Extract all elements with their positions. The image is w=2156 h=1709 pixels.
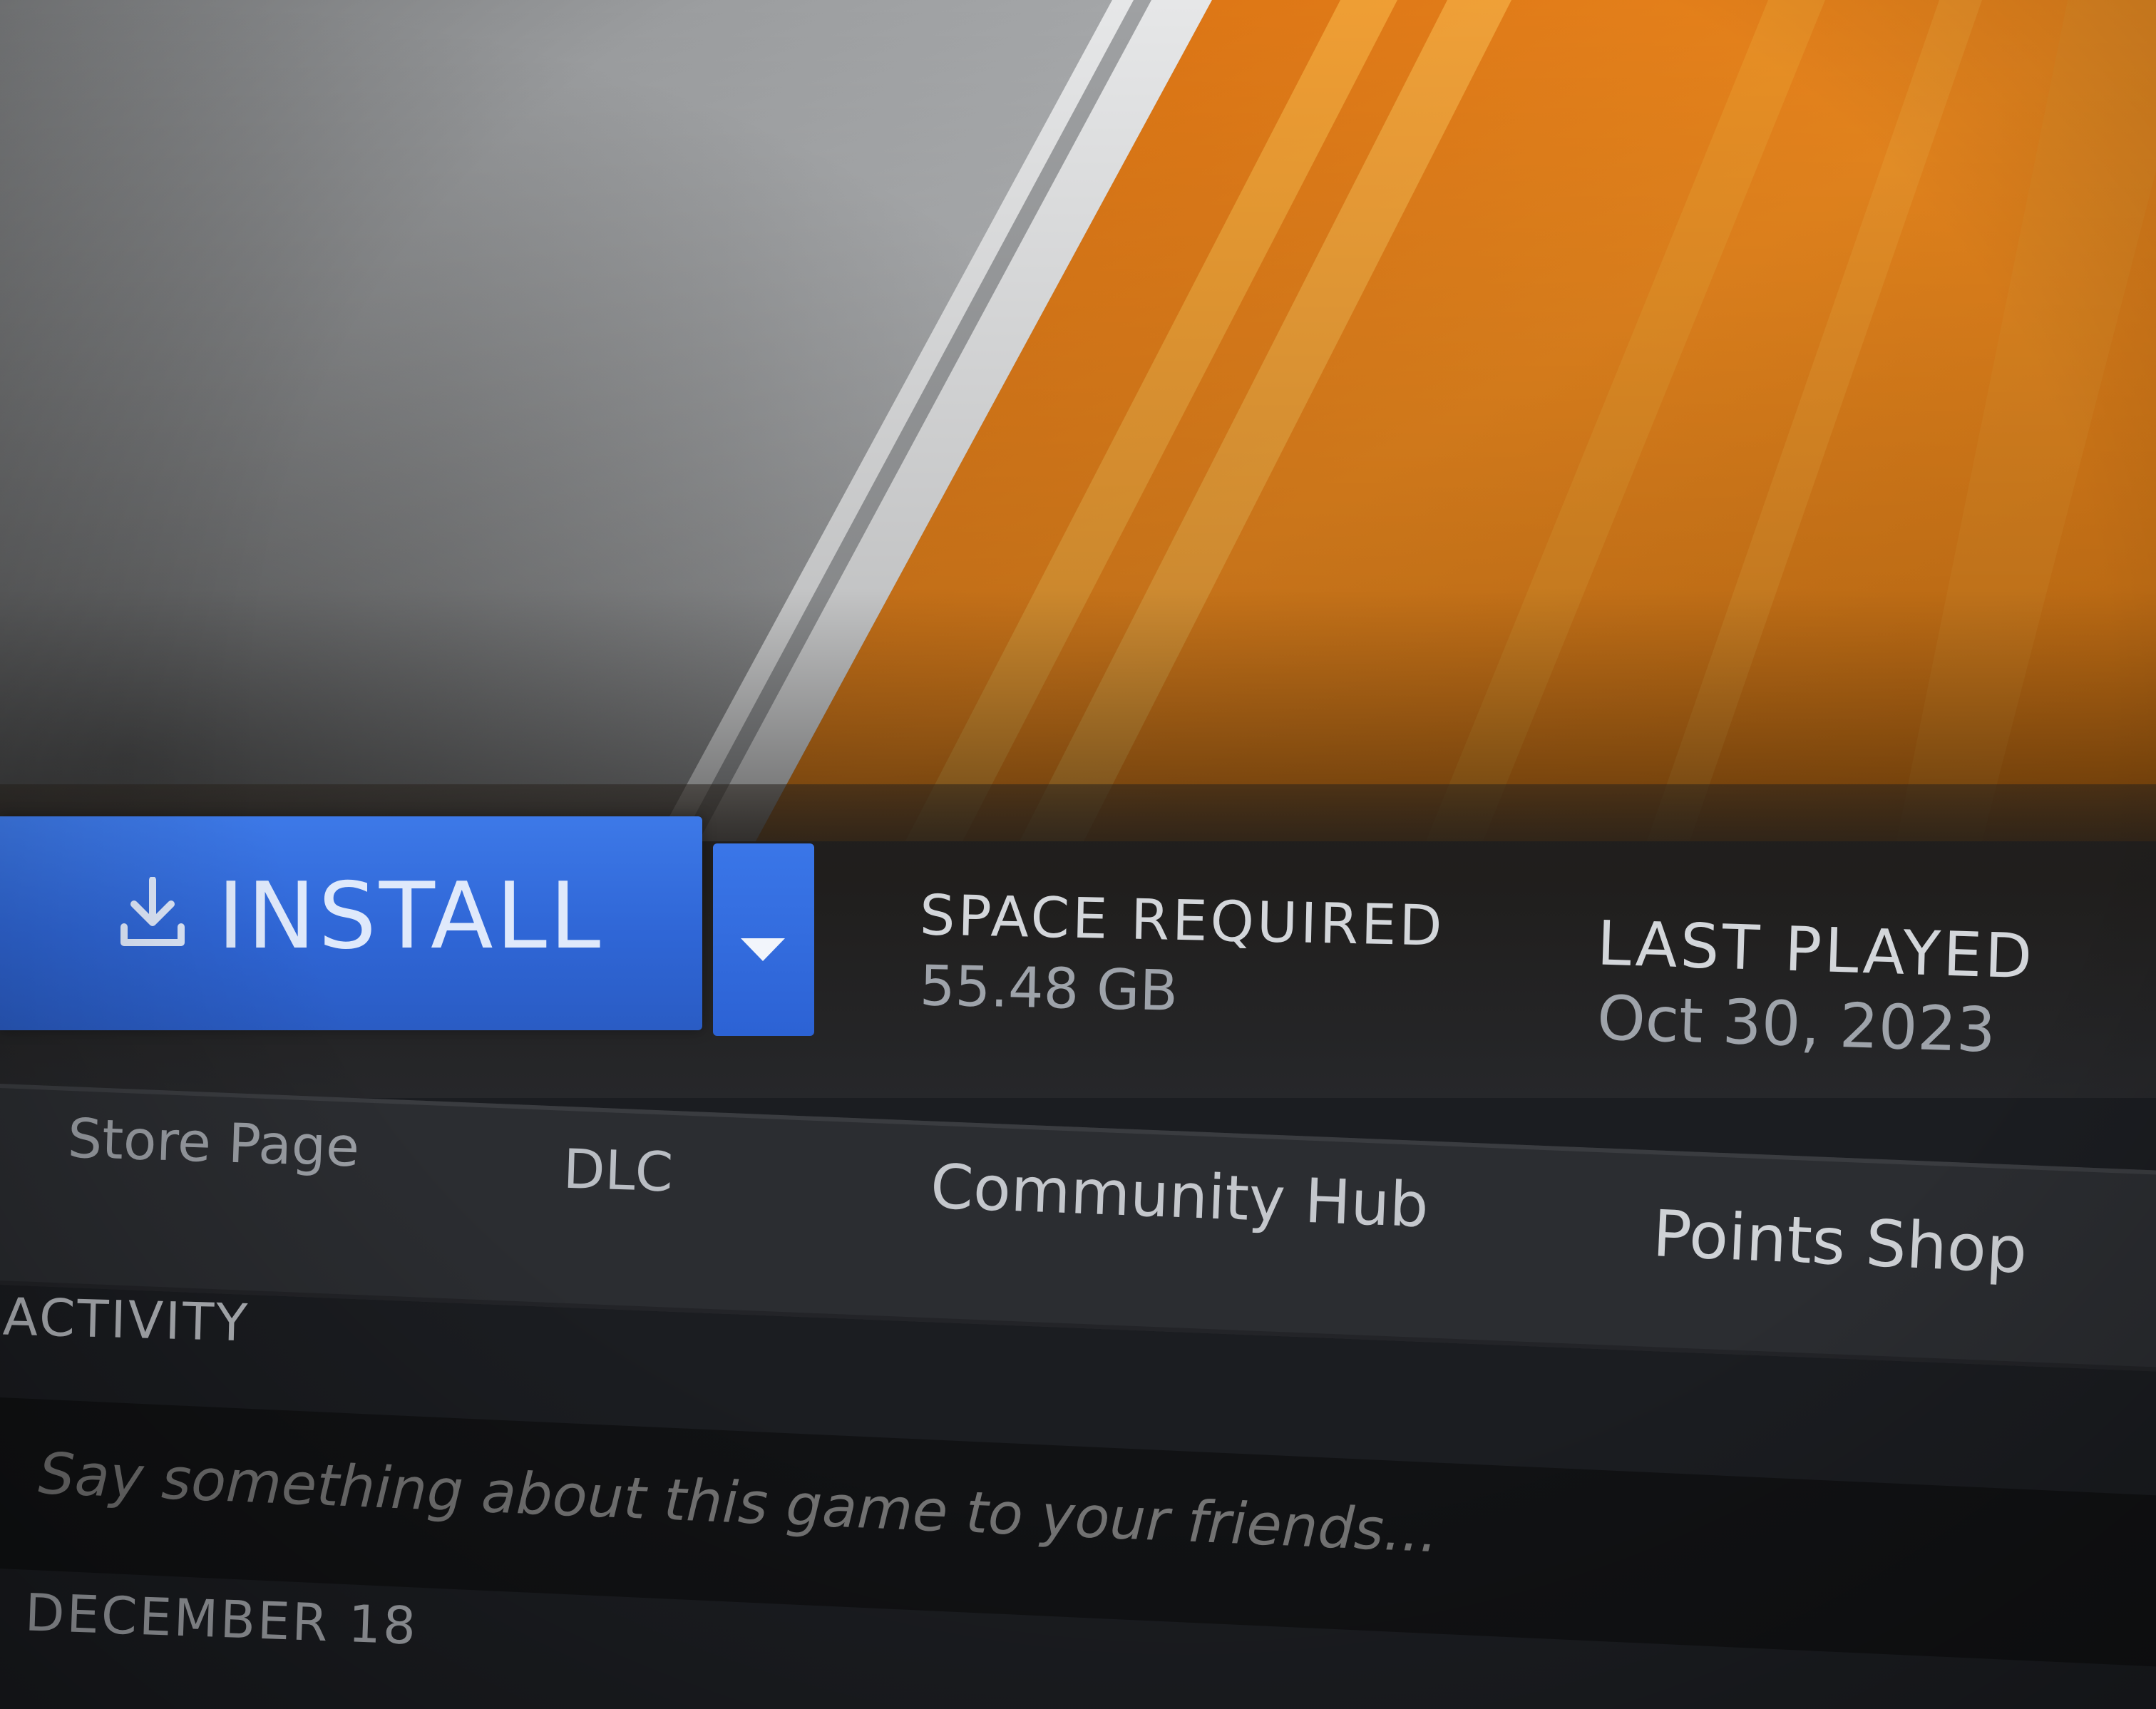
tab-dlc[interactable]: DLC xyxy=(563,1137,674,1204)
chevron-down-icon[interactable] xyxy=(738,935,788,964)
hero-banner xyxy=(0,0,2156,841)
activity-date-heading: DECEMBER 18 xyxy=(24,1582,419,1656)
activity-heading: ACTIVITY xyxy=(1,1286,250,1353)
download-icon xyxy=(120,877,185,946)
install-button-label[interactable]: INSTALL xyxy=(217,871,603,963)
last-played-value: Oct 30, 2023 xyxy=(1596,982,1997,1067)
game-hero-art xyxy=(0,0,2156,841)
tab-community-hub[interactable]: Community Hub xyxy=(929,1151,1429,1242)
game-library-page: INSTALL SPACE REQUIRED 55.48 GB LAST PLA… xyxy=(0,0,2156,1709)
tab-points-shop[interactable]: Points Shop xyxy=(1651,1196,2029,1288)
space-required-label: SPACE REQUIRED xyxy=(919,883,1446,959)
tab-store-page[interactable]: Store Page xyxy=(67,1107,361,1179)
space-required-value: 55.48 GB xyxy=(919,954,1179,1024)
last-played-label: LAST PLAYED xyxy=(1596,908,2036,993)
